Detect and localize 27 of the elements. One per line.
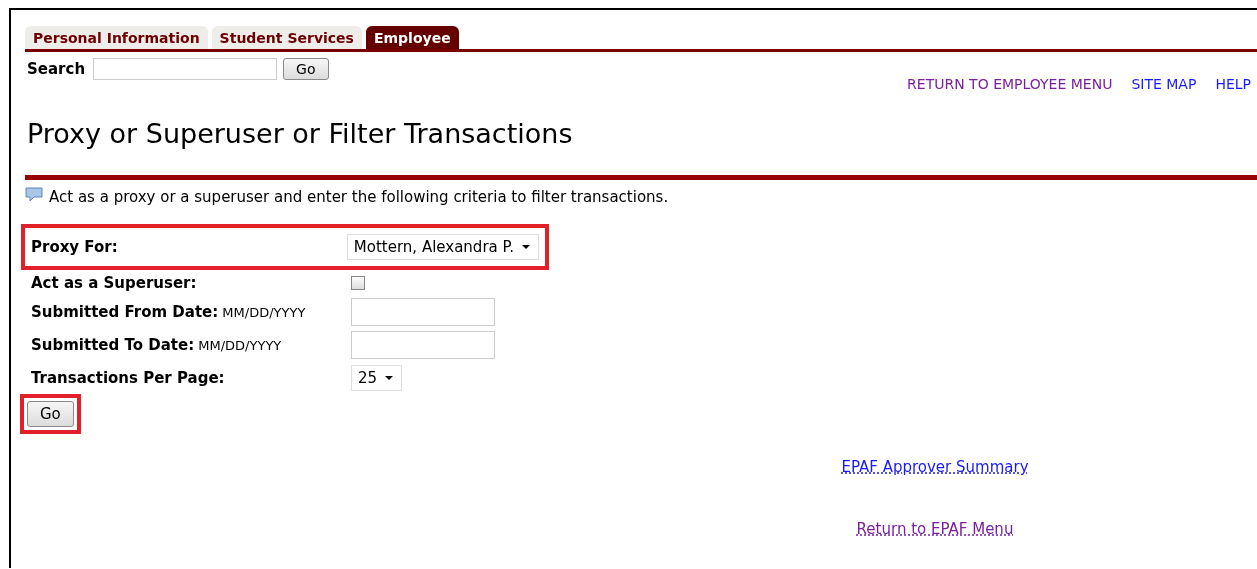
field-label: Act as a Superuser: [31, 275, 197, 291]
nav-link[interactable]: RETURN TO EMPLOYEE MENU [907, 76, 1113, 92]
link[interactable]: EPAF Approver Summary [841, 458, 1029, 476]
checkbox[interactable] [351, 275, 365, 290]
search-label: Search [27, 60, 86, 78]
nav-link[interactable]: SITE MAP [1131, 76, 1197, 92]
info-text: Act as a proxy or a superuser and enter the following criteria to filter transactions. [49, 188, 669, 206]
speech-bubble-icon [25, 187, 43, 203]
field-label: Submitted From Date: MM/DD/YYYY [31, 304, 306, 320]
dropdown[interactable]: Mottern, Alexandra P. [346, 234, 539, 260]
field-label: Proxy For: [31, 240, 118, 255]
caret-icon [385, 375, 394, 380]
link[interactable]: Return to EPAF Menu [856, 520, 1014, 538]
tab[interactable]: Student Services [211, 26, 362, 49]
page-title: Proxy or Superuser or Filter Transactions [27, 118, 574, 149]
tab[interactable]: Employee [365, 26, 459, 49]
date-field[interactable] [351, 330, 495, 359]
caret-icon [522, 245, 530, 249]
dropdown[interactable]: 25 [351, 364, 403, 391]
search-field[interactable] [93, 58, 278, 80]
field-label: Transactions Per Page: [31, 370, 225, 386]
field-label: Submitted To Date: MM/DD/YYYY [31, 337, 282, 353]
date-field[interactable] [351, 297, 495, 326]
tab[interactable]: Personal Information [25, 26, 208, 49]
nav-link[interactable]: HELP [1215, 76, 1251, 92]
go-button[interactable]: Go [283, 58, 329, 80]
go-button[interactable]: Go [27, 401, 74, 427]
